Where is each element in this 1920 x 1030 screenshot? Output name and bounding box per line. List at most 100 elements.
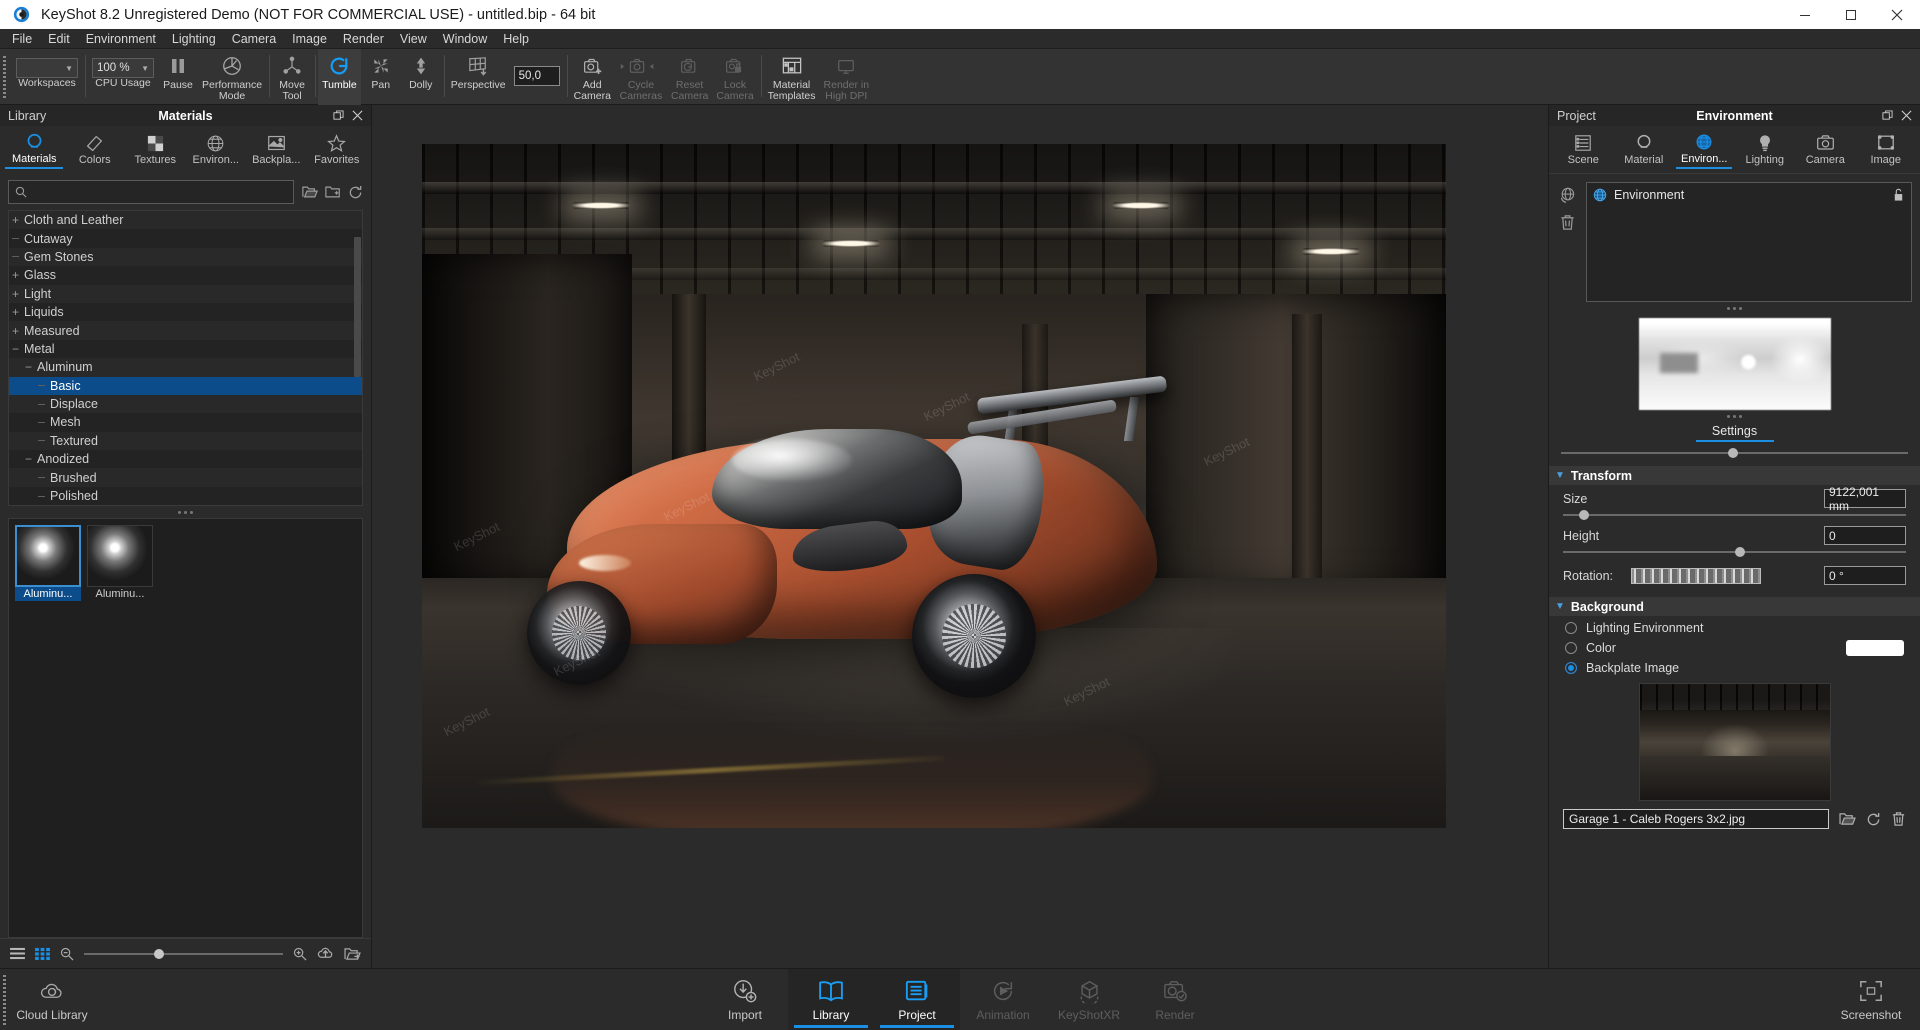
environment-top-slider[interactable] bbox=[1561, 446, 1908, 460]
menu-image[interactable]: Image bbox=[284, 30, 335, 48]
grid-view-icon[interactable] bbox=[35, 947, 50, 960]
expand-icon[interactable]: + bbox=[9, 213, 22, 227]
material-templates-button[interactable]: Material Templates bbox=[764, 49, 820, 105]
library-tab-environments[interactable]: Environ... bbox=[186, 132, 246, 168]
tree-row[interactable]: − Anodized bbox=[9, 450, 362, 469]
height-value-field[interactable]: 0 bbox=[1824, 526, 1906, 545]
menu-lighting[interactable]: Lighting bbox=[164, 30, 224, 48]
tree-row[interactable]: Brushed bbox=[9, 468, 362, 487]
pause-button[interactable]: Pause bbox=[158, 49, 198, 105]
add-camera-button[interactable]: Add Camera bbox=[570, 49, 615, 105]
project-tab-environment[interactable]: Environ... bbox=[1675, 131, 1733, 169]
expand-icon[interactable]: + bbox=[9, 324, 22, 338]
expand-icon[interactable]: + bbox=[9, 305, 22, 319]
background-section-header[interactable]: ▼ Background bbox=[1549, 597, 1920, 616]
perspective-value-field[interactable]: 50,0 bbox=[510, 49, 564, 105]
tree-row[interactable]: Textured bbox=[9, 431, 362, 451]
sports-car-model[interactable] bbox=[527, 319, 1217, 719]
toolbar-drag-grip[interactable] bbox=[0, 49, 9, 105]
delete-environment-icon[interactable] bbox=[1559, 214, 1576, 231]
cloud-upload-icon[interactable] bbox=[317, 946, 334, 961]
thumbnail-size-slider[interactable] bbox=[84, 948, 283, 960]
collapse-icon[interactable]: − bbox=[22, 360, 35, 374]
project-tab-image[interactable]: Image bbox=[1857, 132, 1915, 168]
search-input[interactable] bbox=[33, 185, 287, 199]
close-button[interactable] bbox=[1874, 0, 1920, 29]
tree-row[interactable]: Basic bbox=[9, 376, 362, 395]
refresh-icon[interactable] bbox=[348, 185, 363, 200]
background-option-color[interactable]: Color bbox=[1549, 635, 1920, 656]
size-value-field[interactable]: 9122,001 mm bbox=[1824, 485, 1906, 513]
workspaces-combo[interactable]: ▼ bbox=[16, 58, 78, 78]
library-undock-icon[interactable] bbox=[333, 110, 344, 121]
library-search-box[interactable] bbox=[8, 180, 294, 204]
environment-list[interactable]: Environment bbox=[1586, 182, 1912, 302]
render-button[interactable]: Render bbox=[1132, 969, 1218, 1030]
project-close-icon[interactable] bbox=[1901, 110, 1912, 121]
pan-button[interactable]: Pan bbox=[361, 49, 401, 105]
cpu-usage-button[interactable]: 100 % ▼ CPU Usage bbox=[88, 49, 158, 105]
library-tab-materials[interactable]: Materials bbox=[4, 131, 64, 169]
move-tool-button[interactable]: Move Tool bbox=[272, 49, 312, 105]
folder-open-icon[interactable] bbox=[1839, 812, 1856, 826]
unlock-icon[interactable] bbox=[1892, 188, 1905, 202]
library-tab-textures[interactable]: Textures bbox=[125, 132, 185, 168]
backplate-image-preview[interactable] bbox=[1638, 683, 1831, 801]
expand-icon[interactable]: + bbox=[9, 268, 22, 282]
tree-row[interactable]: Mesh bbox=[9, 413, 362, 432]
maximize-button[interactable] bbox=[1828, 0, 1874, 29]
menu-camera[interactable]: Camera bbox=[224, 30, 284, 48]
tree-row[interactable]: Gem Stones bbox=[9, 247, 362, 267]
dolly-button[interactable]: Dolly bbox=[401, 49, 441, 105]
material-tree-rows[interactable]: + Cloth and Leather Cutaway Gem Stones + Glas… bbox=[9, 211, 362, 505]
refresh-icon[interactable] bbox=[1866, 812, 1881, 827]
delete-icon[interactable] bbox=[1891, 811, 1906, 827]
performance-mode-button[interactable]: Performance Mode bbox=[198, 49, 266, 105]
zoom-out-icon[interactable] bbox=[60, 947, 74, 961]
hdri-environment-preview[interactable] bbox=[1638, 318, 1831, 410]
project-tab-material[interactable]: Material bbox=[1615, 132, 1673, 168]
size-slider[interactable] bbox=[1549, 508, 1920, 522]
radio-backplate-image[interactable] bbox=[1565, 662, 1577, 674]
backplate-filename-field[interactable]: Garage 1 - Caleb Rogers 3x2.jpg bbox=[1563, 809, 1829, 829]
environment-list-splitter[interactable] bbox=[1549, 302, 1920, 314]
folder-open-icon[interactable] bbox=[302, 185, 318, 199]
tree-row[interactable]: + Liquids bbox=[9, 302, 362, 322]
menu-render[interactable]: Render bbox=[335, 30, 392, 48]
collapse-icon[interactable]: − bbox=[9, 342, 22, 356]
library-splitter-handle[interactable] bbox=[0, 506, 371, 518]
menu-file[interactable]: File bbox=[4, 30, 40, 48]
minimize-button[interactable] bbox=[1782, 0, 1828, 29]
collapse-icon[interactable]: − bbox=[22, 452, 35, 466]
project-undock-icon[interactable] bbox=[1882, 110, 1893, 121]
menu-environment[interactable]: Environment bbox=[78, 30, 164, 48]
tree-row[interactable]: + Cloth and Leather bbox=[9, 211, 362, 230]
tree-row[interactable]: Cutaway bbox=[9, 229, 362, 248]
background-color-swatch[interactable] bbox=[1846, 640, 1904, 656]
list-view-icon[interactable] bbox=[10, 947, 25, 960]
environment-list-item[interactable]: Environment bbox=[1590, 186, 1908, 204]
rotation-drag-strip[interactable] bbox=[1631, 567, 1761, 584]
folder-export-icon[interactable] bbox=[344, 947, 361, 961]
tree-row[interactable]: − Aluminum bbox=[9, 358, 362, 377]
tree-row[interactable]: + Glass bbox=[9, 266, 362, 285]
menu-help[interactable]: Help bbox=[495, 30, 537, 48]
background-option-backplate-image[interactable]: Backplate Image bbox=[1549, 656, 1920, 675]
folder-add-icon[interactable] bbox=[325, 185, 341, 199]
project-tab-scene[interactable]: Scene bbox=[1554, 132, 1612, 168]
height-slider[interactable] bbox=[1549, 545, 1920, 559]
rendered-scene-image[interactable]: KeyShot KeyShot KeyShot KeyShot KeyShot … bbox=[422, 144, 1446, 828]
background-option-lighting-environment[interactable]: Lighting Environment bbox=[1549, 616, 1920, 635]
material-tree[interactable]: + Cloth and Leather Cutaway Gem Stones + Glas… bbox=[8, 210, 363, 506]
tree-scrollbar-thumb[interactable] bbox=[354, 237, 361, 377]
tree-row[interactable]: + Light bbox=[9, 284, 362, 303]
material-thumbnail-pane[interactable]: Aluminu... Aluminu... bbox=[8, 518, 363, 938]
expand-icon[interactable]: + bbox=[9, 287, 22, 301]
library-close-icon[interactable] bbox=[352, 110, 363, 121]
tumble-button[interactable]: Tumble bbox=[318, 49, 361, 105]
screenshot-button[interactable]: Screenshot bbox=[1828, 969, 1914, 1030]
library-tab-colors[interactable]: Colors bbox=[65, 132, 125, 168]
material-thumbnail[interactable]: Aluminu... bbox=[15, 525, 81, 601]
library-tab-favorites[interactable]: Favorites bbox=[307, 132, 367, 168]
animation-button[interactable]: Animation bbox=[960, 969, 1046, 1030]
